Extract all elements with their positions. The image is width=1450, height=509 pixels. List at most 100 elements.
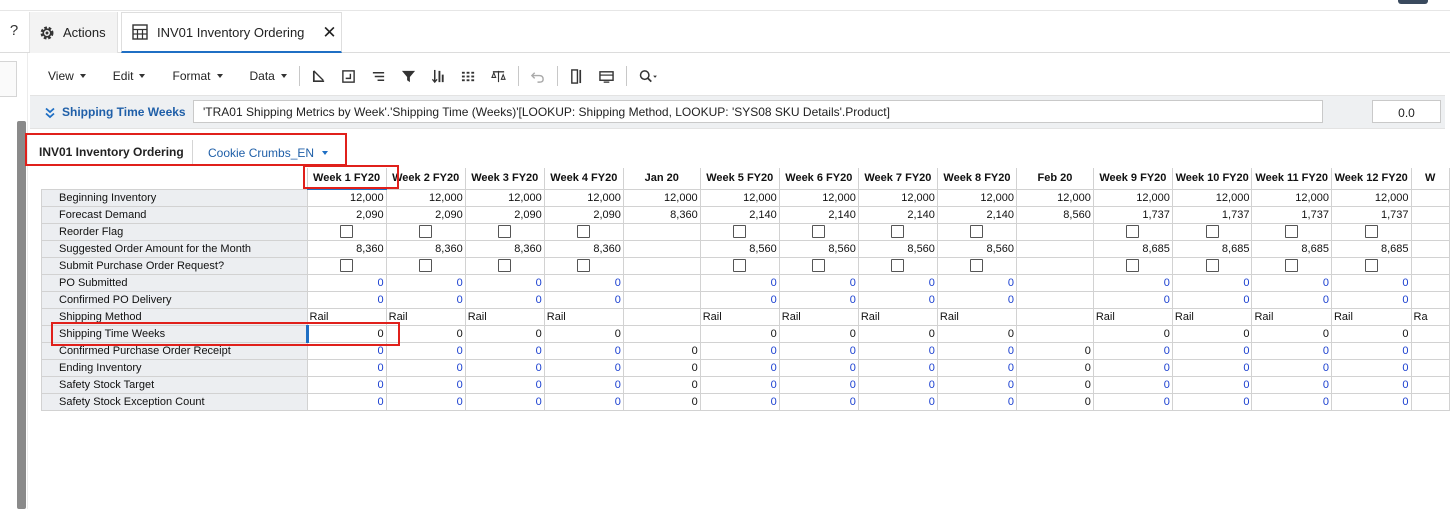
grid-cell[interactable]: 0 (464, 290, 545, 309)
grid-cell[interactable]: Rail (464, 307, 545, 326)
freeze-columns-button[interactable] (562, 62, 592, 90)
grid-cell[interactable]: 0 (1016, 341, 1094, 360)
grid-cell[interactable] (1410, 324, 1450, 343)
tab-inv01[interactable]: INV01 Inventory Ordering ✕ (121, 12, 342, 53)
row-label[interactable]: Beginning Inventory (41, 188, 308, 207)
grid-cell[interactable]: 0 (306, 273, 387, 292)
grid-cell[interactable]: 0 (857, 358, 938, 377)
checkbox[interactable] (340, 225, 354, 238)
checkbox[interactable] (1205, 259, 1219, 272)
column-header[interactable]: Week 12 FY20 (1330, 168, 1412, 190)
grid-cell[interactable]: Rail (1251, 307, 1332, 326)
grid-cell[interactable]: 12,000 (778, 188, 859, 207)
grid-cell[interactable] (778, 222, 859, 241)
rail-panel-toggle[interactable] (0, 61, 17, 97)
grid-cell[interactable]: 8,560 (699, 239, 780, 258)
grid-cell[interactable]: 8,685 (1092, 239, 1173, 258)
grid-cell[interactable]: 0 (1251, 358, 1332, 377)
grid-cell[interactable] (464, 256, 545, 275)
row-label[interactable]: Shipping Method (41, 307, 308, 326)
column-header[interactable]: Week 6 FY20 (778, 168, 859, 190)
grid-cell[interactable] (1410, 341, 1450, 360)
grid-cell[interactable] (622, 307, 701, 326)
row-label[interactable]: Shipping Time Weeks (41, 324, 308, 343)
grid-cell[interactable]: Rail (385, 307, 466, 326)
grid-cell[interactable]: 0 (699, 273, 780, 292)
grid-cell[interactable] (857, 256, 938, 275)
grid-cell[interactable]: 0 (778, 358, 859, 377)
grid-cell[interactable]: 12,000 (857, 188, 938, 207)
grid-cell[interactable]: 0 (1171, 273, 1253, 292)
grid-cell[interactable]: 0 (936, 324, 1018, 343)
grid-cell[interactable]: 0 (306, 392, 387, 411)
menu-edit[interactable]: Edit (113, 69, 146, 83)
checkbox[interactable] (419, 225, 433, 238)
grid-cell[interactable] (385, 222, 466, 241)
column-header[interactable]: Week 5 FY20 (699, 168, 780, 190)
checkbox[interactable] (1364, 259, 1378, 272)
grid-cell[interactable]: 0 (622, 341, 701, 360)
grid-cell[interactable]: Rail (1171, 307, 1253, 326)
grid-cell[interactable]: 0 (1330, 375, 1412, 394)
column-header[interactable]: Week 11 FY20 (1251, 168, 1332, 190)
column-header[interactable]: Week 3 FY20 (464, 168, 545, 190)
grid-cell[interactable] (1016, 324, 1094, 343)
grid-cell[interactable] (1251, 256, 1332, 275)
grid-cell[interactable] (1410, 290, 1450, 309)
grid-cell[interactable]: 0 (385, 324, 466, 343)
grid-cell[interactable]: 0 (622, 392, 701, 411)
grid-cell[interactable]: 8,360 (385, 239, 466, 258)
grid-cell[interactable]: 0 (464, 375, 545, 394)
grid-cell[interactable]: 1,737 (1251, 205, 1332, 224)
grid-cell[interactable] (1410, 222, 1450, 241)
grid-cell[interactable] (1410, 239, 1450, 258)
grid-cell[interactable]: 0 (1092, 392, 1173, 411)
grid-cell[interactable]: Rail (543, 307, 624, 326)
grid-cell[interactable]: 2,140 (936, 205, 1018, 224)
row-label[interactable]: Ending Inventory (41, 358, 308, 377)
grid-cell[interactable]: 0 (778, 392, 859, 411)
checkbox[interactable] (891, 225, 905, 238)
grid-cell[interactable]: 0 (622, 358, 701, 377)
menu-view[interactable]: View (48, 69, 86, 83)
grid-cell[interactable] (622, 290, 701, 309)
grid-cell[interactable]: 0 (543, 341, 624, 360)
grid-cell[interactable] (306, 222, 387, 241)
grid-cell[interactable]: 0 (1251, 290, 1332, 309)
sort-numeric-button[interactable] (424, 62, 454, 90)
grid-cell[interactable]: 0 (699, 392, 780, 411)
grid-cell[interactable]: 0 (1330, 273, 1412, 292)
checkbox[interactable] (1126, 225, 1140, 238)
grid-cell[interactable] (1016, 307, 1094, 326)
grid-cell[interactable]: 8,560 (857, 239, 938, 258)
grid-cell[interactable] (622, 256, 701, 275)
grid-cell[interactable]: 12,000 (1251, 188, 1332, 207)
grid-cell[interactable] (936, 256, 1018, 275)
grid-cell[interactable]: 0 (464, 358, 545, 377)
table-view-button[interactable] (592, 62, 622, 90)
grid-cell[interactable] (622, 324, 701, 343)
column-header[interactable]: W (1410, 168, 1450, 190)
checkbox[interactable] (340, 259, 354, 272)
grid-cell[interactable] (1330, 222, 1412, 241)
grid-cell[interactable]: 0 (1016, 392, 1094, 411)
grid-cell[interactable]: 0 (1251, 324, 1332, 343)
filter-button[interactable] (394, 62, 424, 90)
column-header[interactable]: Week 10 FY20 (1171, 168, 1253, 190)
row-label[interactable]: Reorder Flag (41, 222, 308, 241)
grid-cell[interactable]: Rail (778, 307, 859, 326)
rail-scrollbar[interactable] (17, 121, 26, 509)
checkbox[interactable] (419, 259, 433, 272)
grid-cell[interactable]: 0 (1016, 358, 1094, 377)
grid-cell[interactable]: 0 (1171, 392, 1253, 411)
grid-cell[interactable] (1410, 256, 1450, 275)
grid-cell[interactable]: Rail (857, 307, 938, 326)
grid-cell[interactable]: 0 (778, 375, 859, 394)
grid-cell[interactable]: 0 (622, 375, 701, 394)
grid-cell[interactable]: 8,360 (622, 205, 701, 224)
grid-cell[interactable]: 2,090 (306, 205, 387, 224)
grid-cell[interactable]: 8,560 (1016, 205, 1094, 224)
grid-cell[interactable]: 0 (543, 273, 624, 292)
checkbox[interactable] (1285, 225, 1299, 238)
formula-expression-field[interactable]: 'TRA01 Shipping Metrics by Week'.'Shippi… (193, 100, 1323, 123)
